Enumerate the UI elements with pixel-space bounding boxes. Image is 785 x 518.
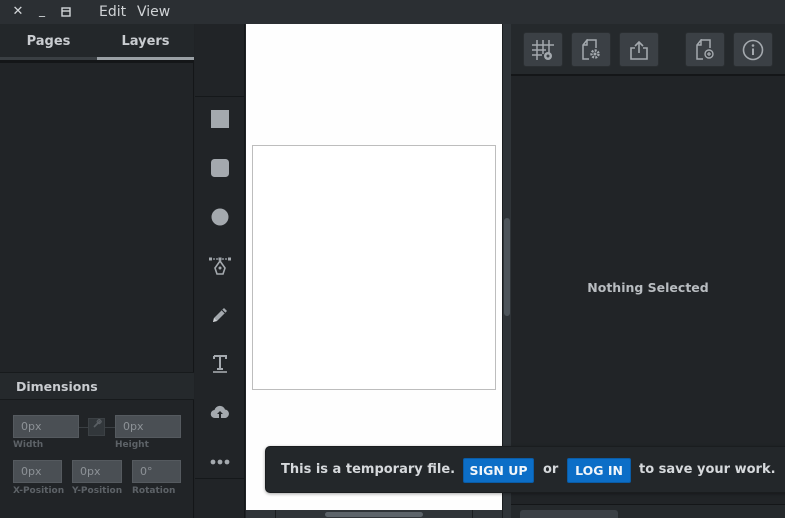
toast-message-start: This is a temporary file. xyxy=(281,462,456,477)
sign-up-button[interactable]: SIGN UP xyxy=(463,458,534,483)
cloud-upload-icon xyxy=(210,405,229,420)
right-panel-toolbar xyxy=(511,24,785,76)
grid-settings-button[interactable] xyxy=(523,32,563,67)
menu-edit[interactable]: Edit xyxy=(99,0,126,24)
grid-icon xyxy=(532,39,554,60)
more-tools[interactable] xyxy=(207,449,233,475)
maximize-icon[interactable] xyxy=(56,0,76,24)
tab-layers[interactable]: Layers xyxy=(97,24,194,60)
width-label: Width xyxy=(13,440,44,450)
height-label: Height xyxy=(115,440,149,450)
toast-or-text: or xyxy=(543,462,559,477)
link-icon[interactable] xyxy=(88,418,105,436)
panel-tabs: Pages Layers xyxy=(0,24,194,60)
minimize-icon[interactable]: _ xyxy=(32,0,52,24)
horizontal-scrollbar-thumb[interactable] xyxy=(325,512,423,517)
ellipse-tool[interactable] xyxy=(207,204,233,230)
right-panel: Nothing Selected xyxy=(511,24,785,518)
toolbar-top-divider xyxy=(195,96,245,97)
hscroll-divider xyxy=(275,510,276,518)
upload-tool[interactable] xyxy=(207,400,233,426)
layers-list xyxy=(0,63,194,372)
y-position-input[interactable]: 0px xyxy=(72,460,122,483)
info-icon xyxy=(742,39,764,60)
text-tool[interactable] xyxy=(207,351,233,377)
info-button[interactable] xyxy=(733,32,773,67)
new-page-button[interactable] xyxy=(685,32,725,67)
empty-selection-message: Nothing Selected xyxy=(587,280,709,295)
pencil-tool[interactable] xyxy=(207,302,233,328)
height-input[interactable]: 0px xyxy=(115,415,181,438)
pen-icon xyxy=(209,257,231,275)
artboard[interactable] xyxy=(252,145,496,390)
temporary-file-toast: This is a temporary file. SIGN UP or LOG… xyxy=(265,446,785,493)
toast-message-end: to save your work. xyxy=(639,462,776,477)
app-window: ✕ _ Edit View Pages Layers Dimensions 0p… xyxy=(0,0,785,518)
dimensions-title: Dimensions xyxy=(16,379,98,394)
tab-pages[interactable]: Pages xyxy=(0,24,97,60)
rotation-input[interactable]: 0° xyxy=(132,460,181,483)
vertical-scrollbar-thumb[interactable] xyxy=(504,218,510,316)
pencil-icon xyxy=(213,308,227,322)
share-icon xyxy=(630,40,648,60)
document-gear-icon xyxy=(582,38,600,60)
rounded-rectangle-icon xyxy=(211,159,229,177)
pen-tool[interactable] xyxy=(207,253,233,279)
log-in-button[interactable]: LOG IN xyxy=(567,458,631,483)
hscroll-divider xyxy=(472,510,473,518)
dimensions-header: Dimensions xyxy=(0,372,194,400)
rectangle-tool[interactable] xyxy=(207,106,233,132)
x-position-input[interactable]: 0px xyxy=(13,460,62,483)
rotation-label: Rotation xyxy=(132,486,176,496)
link-line-left xyxy=(79,427,88,428)
y-position-label: Y-Position xyxy=(72,486,123,496)
document-add-icon xyxy=(696,38,714,60)
toolbar-bottom-divider xyxy=(195,478,245,479)
footer-button[interactable] xyxy=(520,510,618,518)
close-icon[interactable]: ✕ xyxy=(8,0,28,24)
canvas[interactable] xyxy=(246,24,502,510)
menu-view[interactable]: View xyxy=(137,0,170,24)
more-icon xyxy=(210,459,230,465)
x-position-label: X-Position xyxy=(13,486,65,496)
document-settings-button[interactable] xyxy=(571,32,611,67)
ellipse-icon xyxy=(211,208,229,226)
width-input[interactable]: 0px xyxy=(13,415,79,438)
rounded-rectangle-tool[interactable] xyxy=(207,155,233,181)
text-icon xyxy=(213,355,227,373)
link-line-right xyxy=(105,427,115,428)
tools-toolbar xyxy=(195,24,245,518)
title-bar: ✕ _ Edit View xyxy=(0,0,785,24)
rectangle-icon xyxy=(211,110,229,128)
export-button[interactable] xyxy=(619,32,659,67)
